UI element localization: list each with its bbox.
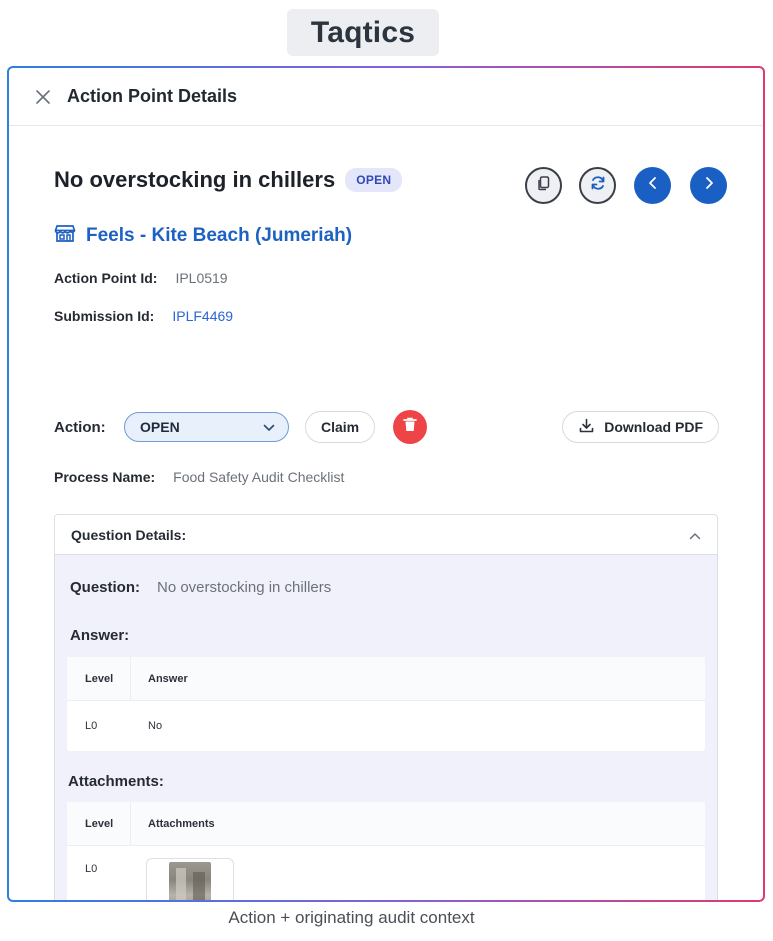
panel-frame: Action Point Details No overstocking in … [7,66,765,902]
submission-id-link[interactable]: IPLF4469 [172,308,233,324]
question-details-card: Question Details: Question: No overstock… [54,514,718,900]
answer-cell-answer: No [148,719,163,732]
panel-content: No overstocking in chillers OPEN Feels -… [9,127,763,900]
question-details-title: Question Details: [71,526,187,543]
next-button[interactable] [690,167,727,204]
answer-table-header: Level Answer [67,657,705,701]
download-icon [579,418,594,436]
action-point-heading: No overstocking in chillers OPEN [54,167,403,193]
attachments-cell-files [131,858,234,900]
refresh-button[interactable] [579,167,616,204]
action-point-id-value: IPL0519 [175,270,228,286]
process-name-value: Food Safety Audit Checklist [173,469,345,485]
action-status-select[interactable]: OPEN [124,412,289,442]
chevron-right-icon [702,176,716,195]
question-row: Question: No overstocking in chillers [70,579,331,596]
panel-header: Action Point Details [9,68,763,126]
download-pdf-label: Download PDF [604,419,703,435]
previous-button[interactable] [634,167,671,204]
status-badge: OPEN [345,168,403,192]
answer-cell-level: L0 [85,719,98,732]
attachments-col-level: Level [67,802,131,845]
process-name-label: Process Name: [54,469,156,485]
chevron-left-icon [646,176,660,195]
submission-id-row: Submission Id: IPLF4469 [54,308,233,324]
brand-name: Taqtics [310,15,416,49]
brand-logo: Taqtics [287,9,439,56]
answer-col-answer: Answer [148,672,188,685]
action-row: Action: OPEN Claim Download PDF [54,410,719,444]
attachments-table-header: Level Attachments [67,802,705,846]
chevron-down-icon [263,419,275,435]
action-label: Action: [54,418,106,436]
action-point-id-label: Action Point Id: [54,270,158,286]
panel-title: Action Point Details [67,86,238,106]
location-name: Feels - Kite Beach (Jumeriah) [86,224,353,246]
location-link[interactable]: Feels - Kite Beach (Jumeriah) [54,222,352,249]
download-pdf-button[interactable]: Download PDF [562,411,719,443]
action-point-panel: Action Point Details No overstocking in … [9,68,763,900]
answer-col-level: Level [67,657,131,700]
question-label: Question: [70,579,140,596]
attachments-title: Attachments: [68,773,164,790]
action-status-value: OPEN [140,419,180,435]
action-point-title: No overstocking in chillers [54,167,336,192]
attachments-col-attachments: Attachments [148,817,215,830]
chevron-up-icon [689,527,701,543]
table-row: L0 No [67,701,705,750]
question-details-toggle[interactable]: Question Details: [55,515,717,555]
table-row: L0 [67,846,705,900]
action-point-id-row: Action Point Id: IPL0519 [54,270,228,286]
process-name-row: Process Name: Food Safety Audit Checklis… [54,469,344,485]
attachments-table: Level Attachments L0 [67,802,705,900]
answer-title: Answer: [70,627,130,644]
close-icon[interactable] [34,88,52,106]
trash-icon [403,417,418,437]
claim-button[interactable]: Claim [305,411,376,443]
answer-table: Level Answer L0 No [67,657,705,751]
attachment-image [169,862,211,900]
refresh-icon [589,174,607,197]
copy-button[interactable] [525,167,562,204]
figure-caption: Action + originating audit context [228,908,475,927]
copy-icon [536,175,552,196]
question-value: No overstocking in chillers [157,579,332,596]
submission-id-label: Submission Id: [54,308,155,324]
attachment-thumbnail[interactable] [146,858,234,900]
delete-button[interactable] [393,410,428,444]
store-icon [54,222,76,249]
attachments-cell-level: L0 [85,863,98,875]
